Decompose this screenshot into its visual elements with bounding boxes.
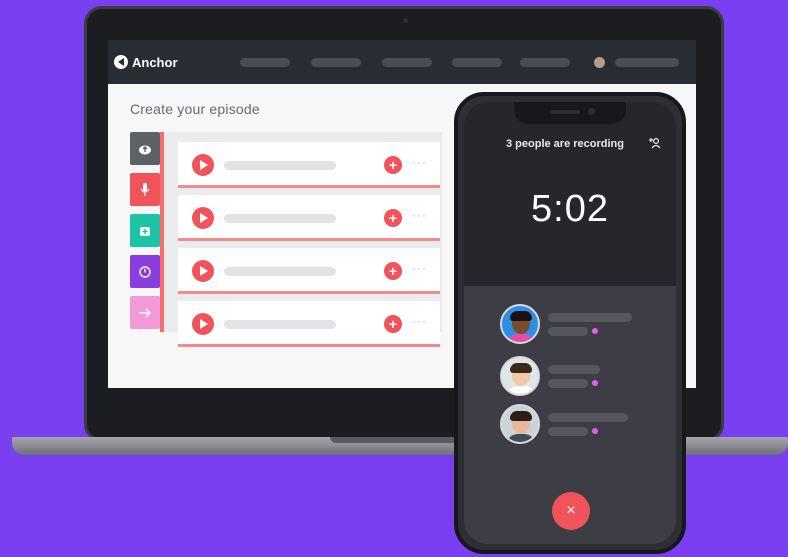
more-options-icon[interactable]: ··· bbox=[412, 261, 427, 275]
participant-name bbox=[548, 365, 600, 374]
add-button[interactable]: + bbox=[384, 315, 402, 333]
user-avatar[interactable] bbox=[594, 57, 605, 68]
avatar bbox=[500, 356, 540, 396]
track-title bbox=[224, 267, 336, 276]
recording-timer: 5:02 bbox=[531, 188, 609, 230]
add-button[interactable]: + bbox=[384, 209, 402, 227]
nav-item[interactable] bbox=[452, 58, 502, 67]
arrow-right-icon bbox=[139, 308, 151, 317]
avatar bbox=[500, 404, 540, 444]
add-person-icon[interactable] bbox=[648, 136, 662, 150]
track-row[interactable]: + ··· bbox=[178, 248, 440, 294]
play-icon[interactable] bbox=[192, 207, 214, 229]
participant-row bbox=[500, 304, 660, 344]
avatar bbox=[500, 304, 540, 344]
add-button[interactable]: + bbox=[384, 262, 402, 280]
record-tool-button[interactable] bbox=[130, 173, 160, 206]
play-icon[interactable] bbox=[192, 154, 214, 176]
track-row[interactable]: + ··· bbox=[178, 195, 440, 241]
microphone-icon bbox=[140, 182, 150, 196]
track-title bbox=[224, 161, 336, 170]
more-options-icon[interactable]: ··· bbox=[412, 208, 427, 222]
page-title: Create your episode bbox=[130, 101, 260, 117]
phone-frame: 3 people are recording 5:02 × bbox=[454, 92, 686, 554]
audio-wave-shape bbox=[464, 252, 676, 282]
add-button[interactable]: + bbox=[384, 156, 402, 174]
more-options-icon[interactable]: ··· bbox=[412, 314, 427, 328]
library-tool-button[interactable] bbox=[130, 214, 160, 247]
track-row[interactable]: + ··· bbox=[178, 142, 440, 188]
live-indicator bbox=[592, 380, 598, 386]
cloud-upload-icon bbox=[139, 145, 151, 154]
participant-row bbox=[500, 356, 660, 396]
live-indicator bbox=[592, 428, 598, 434]
tool-strip bbox=[130, 132, 164, 332]
track-row[interactable]: + ··· bbox=[178, 301, 440, 347]
nav-item[interactable] bbox=[311, 58, 361, 67]
nav-item[interactable] bbox=[382, 58, 432, 67]
participant-name bbox=[548, 313, 632, 322]
phone-camera bbox=[588, 108, 595, 115]
logo-text: Anchor bbox=[132, 54, 178, 70]
laptop-camera bbox=[403, 18, 408, 23]
participant-row bbox=[500, 404, 660, 444]
phone-notch bbox=[514, 102, 626, 124]
library-icon bbox=[140, 226, 150, 236]
episode-tracks: + ··· + ··· + ··· + ··· bbox=[164, 132, 442, 347]
laptop-opening-notch bbox=[330, 437, 458, 443]
participant-status bbox=[548, 379, 588, 388]
avatar-body bbox=[506, 386, 536, 394]
live-indicator bbox=[592, 328, 598, 334]
more-options-icon[interactable]: ··· bbox=[412, 155, 427, 169]
track-title bbox=[224, 214, 336, 223]
nav-item[interactable] bbox=[520, 58, 570, 67]
phone-screen: 3 people are recording 5:02 × bbox=[464, 102, 676, 544]
avatar-body bbox=[506, 434, 536, 442]
end-recording-button[interactable]: × bbox=[552, 492, 590, 530]
avatar-body bbox=[506, 334, 536, 342]
recording-status: 3 people are recording bbox=[506, 138, 624, 150]
nav-item[interactable] bbox=[240, 58, 290, 67]
play-icon[interactable] bbox=[192, 260, 214, 282]
phone-speaker bbox=[550, 110, 580, 114]
play-icon[interactable] bbox=[192, 313, 214, 335]
clock-icon bbox=[139, 265, 151, 278]
participant-status bbox=[548, 327, 588, 336]
anchor-logo[interactable]: Anchor bbox=[114, 53, 178, 71]
user-name[interactable] bbox=[615, 58, 679, 67]
anchor-logo-icon bbox=[114, 55, 128, 69]
track-title bbox=[224, 320, 336, 329]
app-header: Anchor bbox=[108, 40, 696, 84]
participant-name bbox=[548, 413, 628, 422]
avatar-hair bbox=[510, 363, 532, 373]
upload-tool-button[interactable] bbox=[130, 132, 160, 165]
transition-tool-button[interactable] bbox=[130, 296, 160, 329]
participant-status bbox=[548, 427, 588, 436]
schedule-tool-button[interactable] bbox=[130, 255, 160, 288]
avatar-hair bbox=[510, 411, 532, 421]
avatar-hair bbox=[510, 311, 532, 321]
